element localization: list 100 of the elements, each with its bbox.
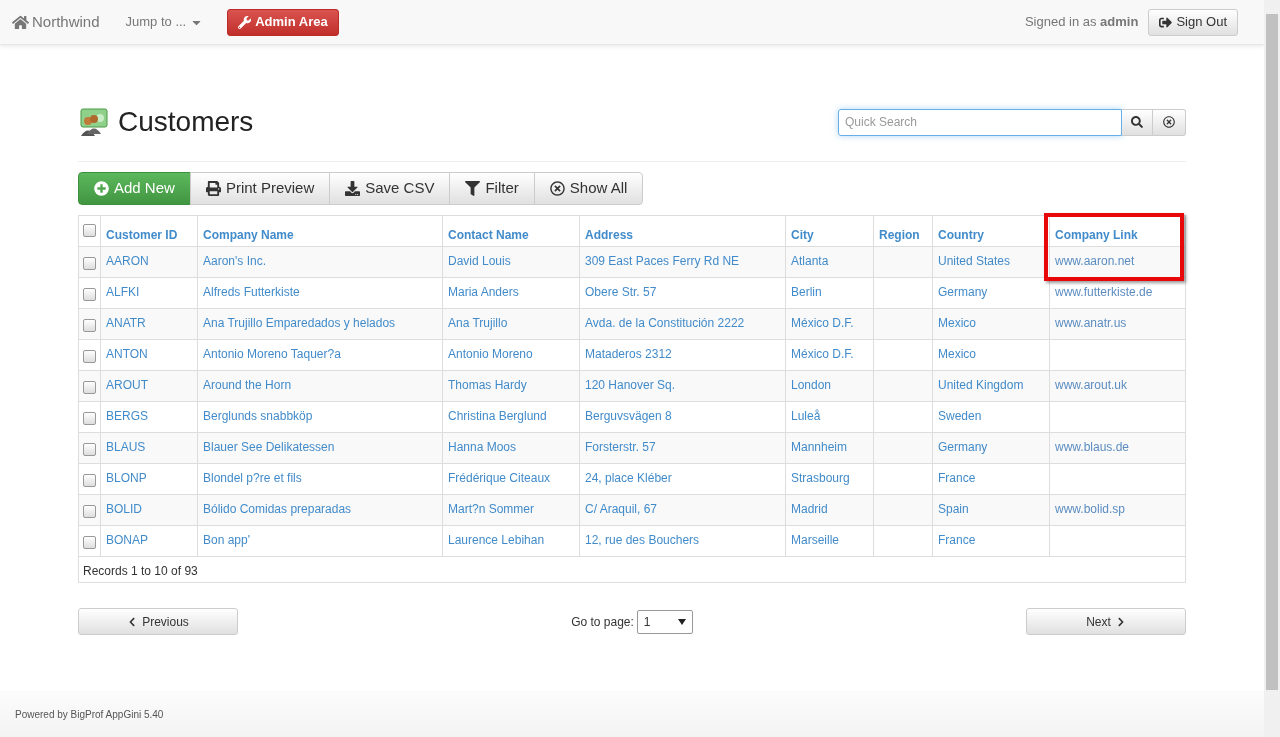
- cell-link[interactable]: France: [938, 471, 976, 485]
- cell-link[interactable]: Germany: [938, 285, 988, 299]
- cell-link[interactable]: www.futterkiste.de: [1055, 285, 1153, 299]
- cell-link[interactable]: Forsterstr. 57: [585, 440, 656, 454]
- admin-area-button[interactable]: Admin Area: [227, 8, 339, 36]
- search-button[interactable]: [1122, 108, 1153, 136]
- cell-link[interactable]: Bon app': [203, 533, 250, 547]
- cell-link[interactable]: BLONP: [106, 471, 147, 485]
- row-checkbox[interactable]: [83, 536, 96, 549]
- column-header[interactable]: City: [786, 216, 874, 246]
- cell-link[interactable]: Antonio Moreno Taquer?a: [203, 347, 341, 361]
- cell-link[interactable]: Mataderos 2312: [585, 347, 672, 361]
- column-header[interactable]: Customer ID: [101, 216, 198, 246]
- cell-link[interactable]: Strasbourg: [791, 471, 850, 485]
- cell-link[interactable]: Blauer See Delikatessen: [203, 440, 335, 454]
- row-checkbox[interactable]: [83, 505, 96, 518]
- cell-link[interactable]: Germany: [938, 440, 988, 454]
- next-button[interactable]: Next: [1026, 608, 1186, 635]
- cell-link[interactable]: United States: [938, 254, 1011, 268]
- row-checkbox[interactable]: [83, 474, 96, 487]
- cell-link[interactable]: www.aaron.net: [1055, 254, 1135, 268]
- cell-link[interactable]: Berglunds snabbköp: [203, 409, 313, 423]
- toolbar-button[interactable]: Save CSV: [329, 172, 451, 205]
- row-checkbox[interactable]: [83, 224, 96, 237]
- row-checkbox[interactable]: [83, 288, 96, 301]
- cell-link[interactable]: Obere Str. 57: [585, 285, 657, 299]
- cell-link[interactable]: Ana Trujillo Emparedados y helados: [203, 316, 396, 330]
- quick-search-field[interactable]: Quick Search: [838, 108, 1122, 136]
- cell-link[interactable]: 24, place Kléber: [585, 471, 672, 485]
- brand-link[interactable]: Northwind: [12, 10, 100, 34]
- cell-link[interactable]: Aaron's Inc.: [203, 254, 266, 268]
- column-header[interactable]: Company Name: [198, 216, 443, 246]
- cell-link[interactable]: United Kingdom: [938, 378, 1024, 392]
- toolbar-button[interactable]: Add New: [78, 172, 191, 205]
- cell-link[interactable]: Berlin: [791, 285, 822, 299]
- previous-button[interactable]: Previous: [78, 608, 238, 635]
- cell-link[interactable]: Spain: [938, 502, 969, 516]
- column-header[interactable]: Company Link: [1050, 216, 1181, 246]
- cell-link[interactable]: Mart?n Sommer: [448, 502, 535, 516]
- cell-link[interactable]: Atlanta: [791, 254, 829, 268]
- cell-link[interactable]: www.bolid.sp: [1055, 502, 1126, 516]
- row-checkbox[interactable]: [83, 350, 96, 363]
- cell-link[interactable]: Ana Trujillo: [448, 316, 508, 330]
- cell-link[interactable]: ANATR: [106, 316, 146, 330]
- cell-link[interactable]: 12, rue des Bouchers: [585, 533, 700, 547]
- cell-link[interactable]: Mexico: [938, 316, 976, 330]
- cell-link[interactable]: México D.F.: [791, 347, 854, 361]
- cell-link[interactable]: México D.F.: [791, 316, 854, 330]
- cell-link[interactable]: www.arout.uk: [1055, 378, 1128, 392]
- cell-link[interactable]: 120 Hanover Sq.: [585, 378, 676, 392]
- cell-link[interactable]: Bólido Comidas preparadas: [203, 502, 352, 516]
- clear-search-button[interactable]: [1153, 108, 1186, 136]
- cell-link[interactable]: AROUT: [106, 378, 148, 392]
- cell-link[interactable]: BONAP: [106, 533, 148, 547]
- cell-link[interactable]: Sweden: [938, 409, 982, 423]
- cell-link[interactable]: Thomas Hardy: [448, 378, 527, 392]
- cell-link[interactable]: Avda. de la Constitución 2222: [585, 316, 745, 330]
- cell-link[interactable]: AARON: [106, 254, 149, 268]
- cell-link[interactable]: David Louis: [448, 254, 511, 268]
- cell-link[interactable]: BOLID: [106, 502, 142, 516]
- cell-link[interactable]: Blondel p?re et fils: [203, 471, 302, 485]
- page-select[interactable]: 1: [636, 609, 693, 634]
- column-header[interactable]: Country: [933, 216, 1050, 246]
- toolbar-button[interactable]: Show All: [533, 172, 644, 205]
- cell-link[interactable]: Maria Anders: [448, 285, 519, 299]
- cell-link[interactable]: Mannheim: [791, 440, 848, 454]
- cell-link[interactable]: Alfreds Futterkiste: [203, 285, 300, 299]
- toolbar-button[interactable]: Print Preview: [189, 172, 331, 205]
- cell-link[interactable]: Berguvsvägen 8: [585, 409, 672, 423]
- cell-link[interactable]: www.anatr.us: [1055, 316, 1127, 330]
- cell-link[interactable]: Around the Horn: [203, 378, 292, 392]
- sign-out-button[interactable]: Sign Out: [1148, 8, 1238, 36]
- cell-link[interactable]: Frédérique Citeaux: [448, 471, 551, 485]
- toolbar-button[interactable]: Filter: [449, 172, 535, 205]
- cell-link[interactable]: Antonio Moreno: [448, 347, 533, 361]
- cell-link[interactable]: ANTON: [106, 347, 148, 361]
- column-header[interactable]: Region: [874, 216, 933, 246]
- cell-link[interactable]: London: [791, 378, 832, 392]
- row-checkbox[interactable]: [83, 381, 96, 394]
- cell-link[interactable]: Madrid: [791, 502, 828, 516]
- cell-link[interactable]: BERGS: [106, 409, 148, 423]
- cell-link[interactable]: BLAUS: [106, 440, 146, 454]
- cell-link[interactable]: Hanna Moos: [448, 440, 517, 454]
- cell-link[interactable]: Christina Berglund: [448, 409, 547, 423]
- cell-link[interactable]: Marseille: [791, 533, 839, 547]
- jump-menu[interactable]: Jump to ...: [125, 12, 204, 32]
- column-header[interactable]: Contact Name: [443, 216, 580, 246]
- cell-link[interactable]: www.blaus.de: [1055, 440, 1130, 454]
- cell-link[interactable]: Luleå: [791, 409, 821, 423]
- row-checkbox[interactable]: [83, 319, 96, 332]
- cell-link[interactable]: ALFKI: [106, 285, 140, 299]
- cell-link[interactable]: Mexico: [938, 347, 976, 361]
- row-checkbox[interactable]: [83, 412, 96, 425]
- cell-link[interactable]: Laurence Lebihan: [448, 533, 545, 547]
- cell-link[interactable]: France: [938, 533, 976, 547]
- column-header[interactable]: Address: [580, 216, 786, 246]
- cell-link[interactable]: 309 East Paces Ferry Rd NE: [585, 254, 740, 268]
- cell-link[interactable]: C/ Araquil, 67: [585, 502, 658, 516]
- row-checkbox[interactable]: [83, 443, 96, 456]
- row-checkbox[interactable]: [83, 257, 96, 270]
